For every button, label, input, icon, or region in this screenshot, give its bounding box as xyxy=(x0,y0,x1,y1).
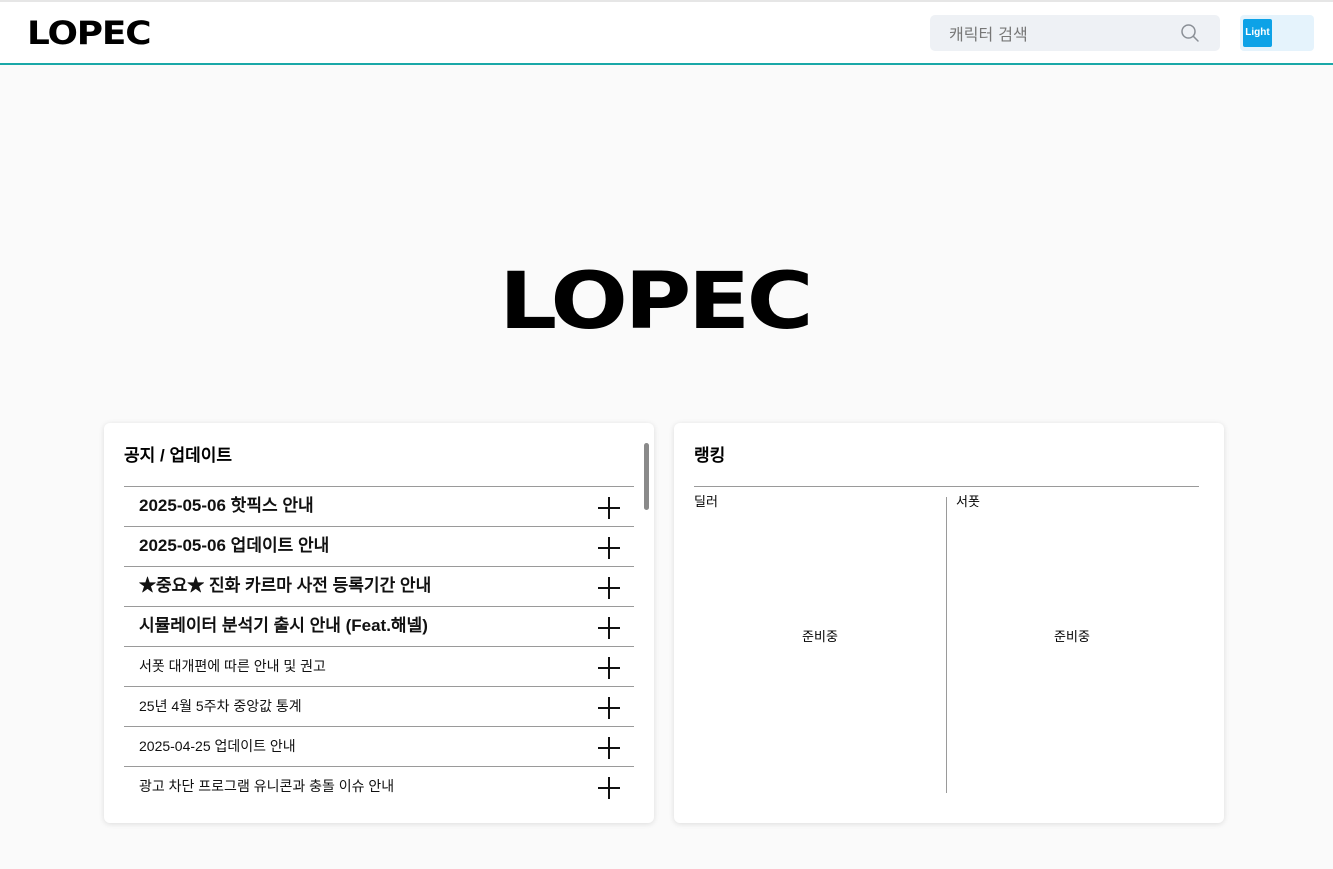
notice-item-label[interactable]: 2025-05-06 업데이트 안내 xyxy=(139,527,329,565)
notice-item-label[interactable]: ★중요★ 진화 카르마 사전 등록기간 안내 xyxy=(139,567,431,605)
ranking-divider xyxy=(694,486,1199,487)
expand-plus-icon[interactable] xyxy=(598,697,620,719)
expand-plus-icon[interactable] xyxy=(598,497,620,519)
header-logo[interactable]: LOPEC xyxy=(27,17,152,49)
search-icon[interactable] xyxy=(1180,23,1200,43)
expand-plus-icon[interactable] xyxy=(598,537,620,559)
hero-logo: LOPEC xyxy=(499,257,814,347)
notice-item-label[interactable]: 광고 차단 프로그램 유니콘과 충돌 이슈 안내 xyxy=(139,767,394,805)
search-input[interactable] xyxy=(930,15,1191,53)
notice-list: 2025-05-06 핫픽스 안내 2025-05-06 업데이트 안내 ★중요… xyxy=(124,486,634,806)
ranking-title: 랭킹 xyxy=(694,446,726,465)
dealer-label: 딜러 xyxy=(694,494,718,509)
theme-toggle[interactable]: Light xyxy=(1240,15,1314,51)
expand-plus-icon[interactable] xyxy=(598,657,620,679)
support-status: 준비중 xyxy=(1054,629,1090,644)
ranking-card: 랭킹 딜러 서폿 준비중 준비중 xyxy=(674,423,1224,823)
support-label: 서폿 xyxy=(956,494,980,509)
notice-item[interactable]: 25년 4월 5주차 중앙값 통계 xyxy=(124,686,634,726)
notice-item-label[interactable]: 25년 4월 5주차 중앙값 통계 xyxy=(139,687,302,725)
column-separator xyxy=(946,497,947,793)
notice-item[interactable]: 광고 차단 프로그램 유니콘과 충돌 이슈 안내 xyxy=(124,766,634,806)
top-header: LOPEC Light xyxy=(0,2,1333,65)
search-box[interactable] xyxy=(930,15,1220,53)
notice-item-label[interactable]: 시뮬레이터 분석기 출시 안내 (Feat.해넬) xyxy=(139,607,428,645)
notice-scrollbar[interactable] xyxy=(644,443,649,510)
notice-item[interactable]: 시뮬레이터 분석기 출시 안내 (Feat.해넬) xyxy=(124,606,634,646)
notice-item[interactable]: ★중요★ 진화 카르마 사전 등록기간 안내 xyxy=(124,566,634,606)
expand-plus-icon[interactable] xyxy=(598,617,620,639)
notice-title: 공지 / 업데이트 xyxy=(124,446,233,465)
notice-item[interactable]: 2025-04-25 업데이트 안내 xyxy=(124,726,634,766)
notice-item-label[interactable]: 2025-05-06 핫픽스 안내 xyxy=(139,487,314,525)
notice-item[interactable]: 2025-05-06 업데이트 안내 xyxy=(124,526,634,566)
expand-plus-icon[interactable] xyxy=(598,737,620,759)
expand-plus-icon[interactable] xyxy=(598,777,620,799)
notice-item-label[interactable]: 2025-04-25 업데이트 안내 xyxy=(139,727,296,765)
expand-plus-icon[interactable] xyxy=(598,577,620,599)
theme-button[interactable]: Light xyxy=(1243,19,1272,47)
notice-item[interactable]: 2025-05-06 핫픽스 안내 xyxy=(124,486,634,526)
dealer-status: 준비중 xyxy=(802,629,838,644)
notice-card: 공지 / 업데이트 2025-05-06 핫픽스 안내 2025-05-06 업… xyxy=(104,423,654,823)
notice-item-label[interactable]: 서폿 대개편에 따른 안내 및 권고 xyxy=(139,647,326,685)
notice-item[interactable]: 서폿 대개편에 따른 안내 및 권고 xyxy=(124,646,634,686)
